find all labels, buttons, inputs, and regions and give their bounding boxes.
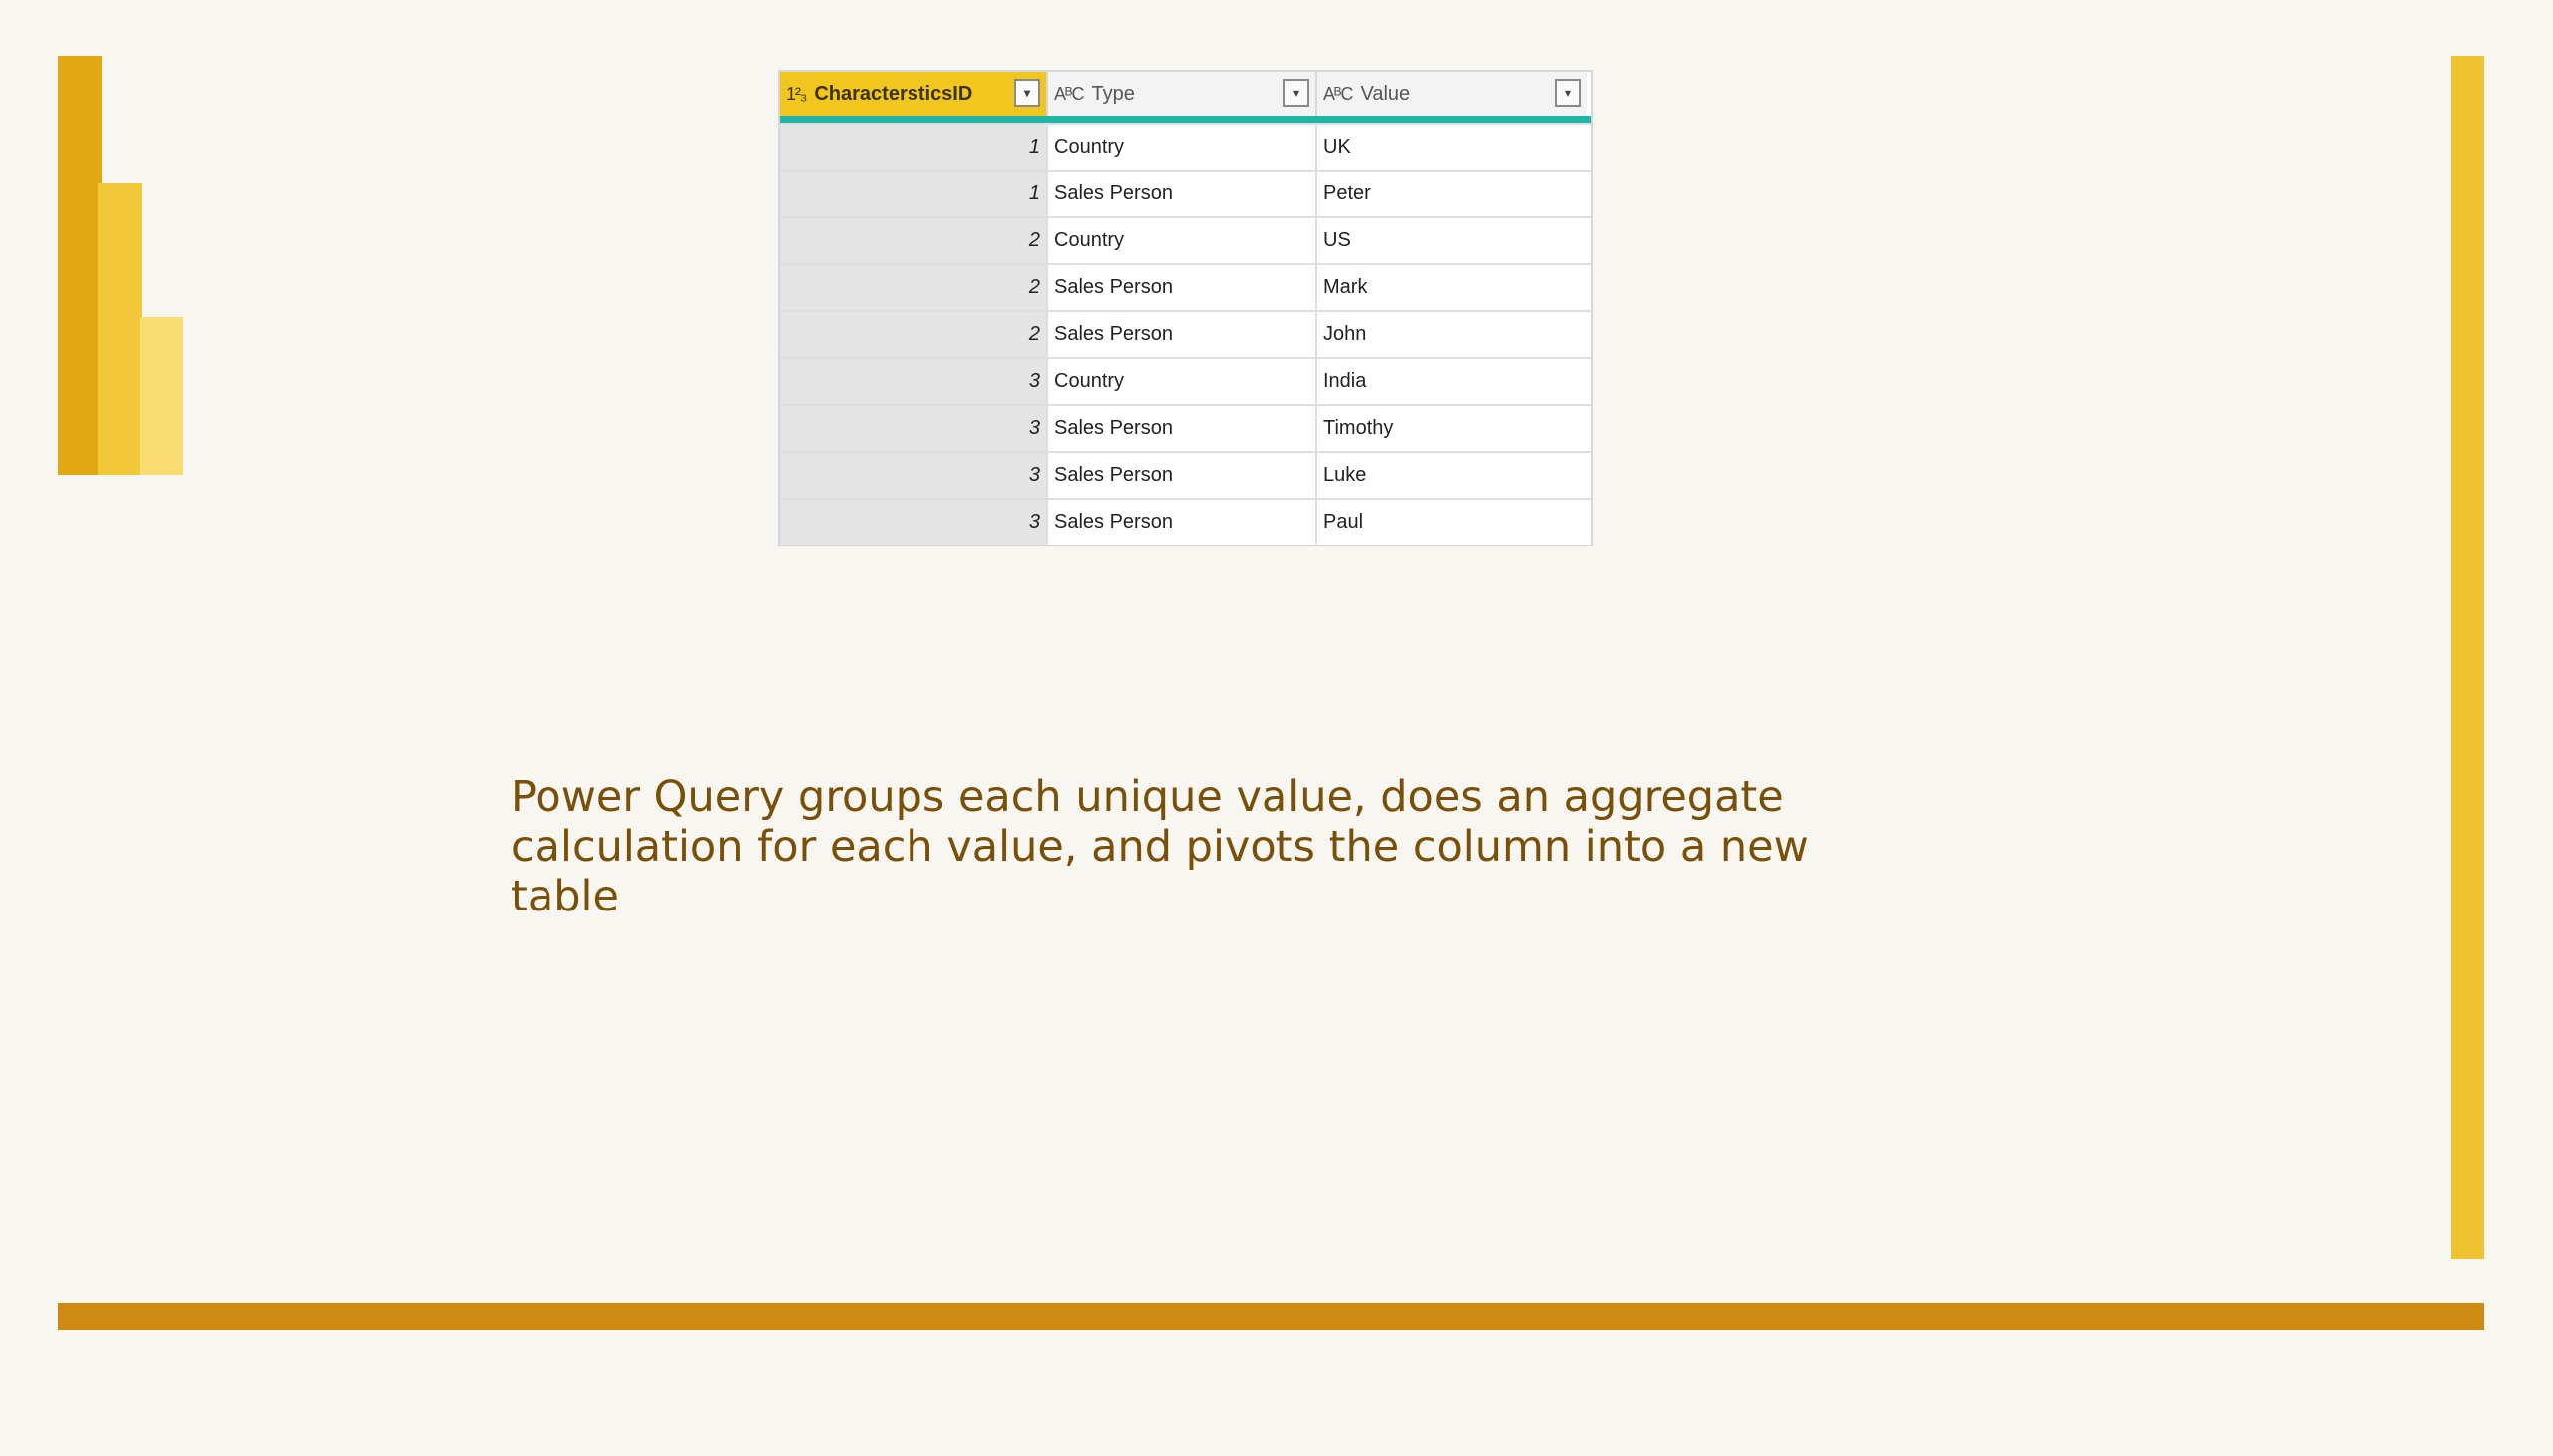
- type-cell[interactable]: Country: [1048, 218, 1317, 263]
- type-cell[interactable]: Sales Person: [1048, 500, 1317, 545]
- value-cell[interactable]: UK: [1317, 125, 1587, 170]
- value-cell[interactable]: Mark: [1317, 265, 1587, 310]
- table-row[interactable]: 2 Sales Person John: [780, 310, 1591, 357]
- value-cell[interactable]: Timothy: [1317, 406, 1587, 451]
- value-cell[interactable]: Peter: [1317, 172, 1587, 216]
- column-header-label: Value: [1360, 82, 1411, 105]
- id-cell[interactable]: 1: [780, 172, 1048, 216]
- text-type-icon[interactable]: AᴮC: [1054, 84, 1084, 105]
- type-cell[interactable]: Country: [1048, 359, 1317, 404]
- type-cell[interactable]: Sales Person: [1048, 172, 1317, 216]
- column-header-charactersticsid[interactable]: 1²₃ CharactersticsID ▾: [780, 72, 1048, 116]
- logo-bar-2: [98, 183, 142, 475]
- table-row[interactable]: 1 Sales Person Peter: [780, 170, 1591, 216]
- type-cell[interactable]: Sales Person: [1048, 265, 1317, 310]
- id-cell[interactable]: 3: [780, 500, 1048, 545]
- type-cell[interactable]: Sales Person: [1048, 312, 1317, 357]
- column-header-type[interactable]: AᴮC Type ▾: [1048, 72, 1317, 116]
- text-type-icon[interactable]: AᴮC: [1323, 84, 1353, 105]
- logo-bar-1: [58, 56, 102, 475]
- id-cell[interactable]: 2: [780, 218, 1048, 263]
- whole-number-type-icon[interactable]: 1²₃: [786, 84, 807, 105]
- table-row[interactable]: 2 Country US: [780, 216, 1591, 263]
- slide-caption: Power Query groups each unique value, do…: [511, 772, 1809, 921]
- column-header-label: CharactersticsID: [814, 82, 973, 105]
- id-cell[interactable]: 3: [780, 453, 1048, 498]
- value-cell[interactable]: John: [1317, 312, 1587, 357]
- id-cell[interactable]: 2: [780, 265, 1048, 310]
- value-cell[interactable]: India: [1317, 359, 1587, 404]
- id-cell[interactable]: 3: [780, 359, 1048, 404]
- id-cell[interactable]: 1: [780, 125, 1048, 170]
- power-bi-logo: [58, 56, 183, 475]
- filter-dropdown-icon[interactable]: ▾: [1283, 79, 1309, 107]
- value-cell[interactable]: Paul: [1317, 500, 1587, 545]
- type-cell[interactable]: Country: [1048, 125, 1317, 170]
- table-row[interactable]: 3 Country India: [780, 357, 1591, 404]
- table-row[interactable]: 1 Country UK: [780, 123, 1591, 170]
- table-row[interactable]: 3 Sales Person Paul: [780, 498, 1591, 545]
- right-accent-bar: [2451, 56, 2484, 1259]
- filter-dropdown-icon[interactable]: ▾: [1555, 79, 1581, 107]
- type-cell[interactable]: Sales Person: [1048, 406, 1317, 451]
- value-cell[interactable]: Luke: [1317, 453, 1587, 498]
- type-cell[interactable]: Sales Person: [1048, 453, 1317, 498]
- table-row[interactable]: 2 Sales Person Mark: [780, 263, 1591, 310]
- bottom-accent-bar: [58, 1303, 2484, 1330]
- table-row[interactable]: 3 Sales Person Luke: [780, 451, 1591, 498]
- id-cell[interactable]: 3: [780, 406, 1048, 451]
- table-row[interactable]: 3 Sales Person Timothy: [780, 404, 1591, 451]
- filter-dropdown-icon[interactable]: ▾: [1014, 79, 1040, 107]
- logo-bar-3: [140, 317, 183, 475]
- value-cell[interactable]: US: [1317, 218, 1587, 263]
- table-header: 1²₃ CharactersticsID ▾ AᴮC Type ▾ AᴮC Va…: [780, 72, 1591, 123]
- column-header-label: Type: [1091, 82, 1135, 105]
- id-cell[interactable]: 2: [780, 312, 1048, 357]
- power-query-table: 1²₃ CharactersticsID ▾ AᴮC Type ▾ AᴮC Va…: [778, 70, 1593, 546]
- column-header-value[interactable]: AᴮC Value ▾: [1317, 72, 1587, 116]
